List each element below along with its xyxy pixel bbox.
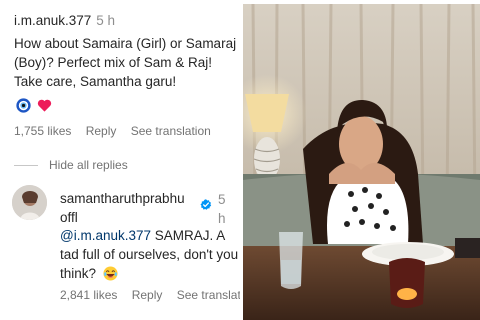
comment-text: How about Samaira (Girl) or Samaraj (Boy… bbox=[14, 36, 237, 89]
comment-username[interactable]: i.m.anuk.377 bbox=[14, 13, 91, 28]
reply-time-line2: h bbox=[218, 211, 226, 226]
comment-time: 5 h bbox=[96, 13, 116, 28]
reply-reply-button[interactable]: Reply bbox=[132, 288, 163, 302]
photo-image bbox=[243, 4, 480, 320]
reply-time-line1: 5 bbox=[218, 192, 226, 207]
reply-mention-link[interactable]: @i.m.anuk.377 bbox=[60, 228, 151, 243]
reply-username[interactable]: samantharuthprabhu offl bbox=[60, 189, 210, 227]
hide-replies-button[interactable]: Hide all replies bbox=[14, 158, 128, 172]
avatar[interactable] bbox=[12, 185, 47, 220]
nazar-amulet-icon bbox=[16, 98, 31, 113]
comment-emojis bbox=[16, 98, 52, 113]
hide-replies-label: Hide all replies bbox=[49, 158, 128, 172]
reply-translate-link[interactable]: See translatio bbox=[177, 288, 240, 302]
comment-likes[interactable]: 1,755 likes bbox=[14, 124, 71, 138]
heart-icon bbox=[37, 99, 52, 112]
reply-username-line2: offl bbox=[60, 210, 78, 225]
reply-actions: 2,841 likes Reply See translatio bbox=[60, 288, 240, 302]
reply-username-line1: samantharuthprabhu bbox=[60, 191, 185, 206]
comment-reply-button[interactable]: Reply bbox=[86, 124, 117, 138]
reply-text: @i.m.anuk.377 SAMRAJ. A tad full of ours… bbox=[60, 226, 240, 283]
comment-actions: 1,755 likes Reply See translation bbox=[14, 124, 222, 138]
verified-badge-icon bbox=[200, 199, 212, 210]
restaurant-photo bbox=[243, 4, 480, 320]
laughing-face-icon bbox=[103, 266, 118, 281]
comment-header: i.m.anuk.377 5 h bbox=[14, 12, 115, 29]
comment-translate-link[interactable]: See translation bbox=[131, 124, 211, 138]
replies-divider-line bbox=[14, 165, 38, 167]
avatar-image bbox=[12, 185, 47, 220]
reply-likes[interactable]: 2,841 likes bbox=[60, 288, 117, 302]
reply-time: 5 h bbox=[218, 190, 228, 228]
comments-panel: i.m.anuk.377 5 h How about Samaira (Girl)… bbox=[0, 0, 240, 320]
